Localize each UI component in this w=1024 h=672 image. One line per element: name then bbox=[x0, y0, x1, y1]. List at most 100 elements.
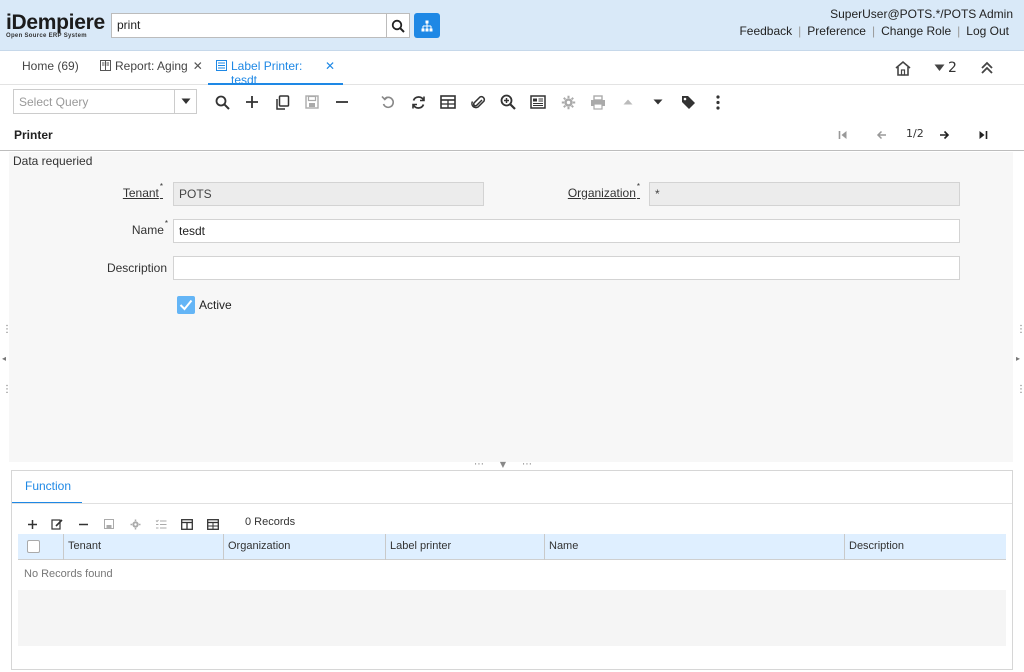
gear-icon[interactable] bbox=[559, 93, 577, 111]
organization-label[interactable]: Organization* bbox=[560, 182, 640, 200]
print-icon[interactable] bbox=[589, 93, 607, 111]
previous-record-icon[interactable] bbox=[876, 130, 887, 143]
search-icon bbox=[391, 19, 405, 33]
right-splitter-handle[interactable]: ⋮ bbox=[1016, 384, 1024, 395]
app-header: iDempiere Open Source ERP System print S… bbox=[0, 0, 1024, 51]
grid-header: Tenant Organization Label printer Name D… bbox=[18, 534, 1006, 560]
required-mark: * bbox=[164, 219, 168, 228]
tag-icon[interactable] bbox=[679, 93, 697, 111]
record-count: 0 Records bbox=[245, 516, 296, 528]
logo-text: iDempiere bbox=[6, 11, 105, 34]
empty-grid-message: No Records found bbox=[18, 560, 1006, 590]
zoom-across-icon[interactable] bbox=[499, 93, 517, 111]
description-label: Description bbox=[106, 261, 167, 275]
user-links: Feedback | Preference | Change Role | Lo… bbox=[733, 24, 1015, 38]
status-message: Data requeried bbox=[13, 154, 93, 168]
preference-link[interactable]: Preference bbox=[801, 24, 872, 38]
open-windows-dropdown[interactable]: 2 bbox=[934, 60, 957, 76]
tenant-field[interactable]: POTS bbox=[173, 182, 484, 206]
feedback-link[interactable]: Feedback bbox=[733, 24, 798, 38]
column-header-tenant[interactable]: Tenant bbox=[63, 534, 223, 560]
left-splitter-handle[interactable]: ⋮ bbox=[2, 384, 12, 395]
caret-down-icon: ▼ bbox=[499, 460, 507, 469]
panel-title: Printer bbox=[14, 128, 53, 142]
tab-label: Home (69) bbox=[22, 59, 79, 73]
column-header-description[interactable]: Description bbox=[844, 534, 1006, 560]
column-header-label-printer[interactable]: Label printer bbox=[385, 534, 544, 560]
description-field[interactable] bbox=[173, 256, 960, 280]
undo-icon[interactable] bbox=[379, 93, 397, 111]
parent-record-icon[interactable] bbox=[619, 93, 637, 111]
delete-row-icon[interactable] bbox=[76, 517, 90, 531]
find-icon[interactable] bbox=[213, 93, 231, 111]
query-placeholder: Select Query bbox=[19, 95, 89, 109]
edit-row-icon[interactable] bbox=[50, 517, 64, 531]
select-query-combobox[interactable]: Select Query bbox=[13, 89, 197, 114]
column-header-name[interactable]: Name bbox=[544, 534, 844, 560]
active-label: Active bbox=[199, 298, 232, 312]
copy-record-icon[interactable] bbox=[273, 93, 291, 111]
chevron-down-icon[interactable] bbox=[174, 90, 196, 113]
name-field[interactable]: tesdt bbox=[173, 219, 960, 243]
window-tab-bar: Home (69) Report: Aging ✕ Label Printer:… bbox=[0, 51, 1024, 87]
grid-toggle-icon[interactable] bbox=[439, 93, 457, 111]
detail-record-icon[interactable] bbox=[649, 93, 667, 111]
more-options-icon[interactable] bbox=[709, 93, 727, 111]
panel-header: Printer 1/2 bbox=[0, 121, 1024, 151]
active-checkbox[interactable] bbox=[177, 296, 195, 314]
required-mark: * bbox=[159, 182, 163, 191]
record-position: 1/2 bbox=[906, 127, 924, 140]
new-row-icon[interactable] bbox=[25, 517, 39, 531]
column-layout-icon[interactable] bbox=[180, 517, 194, 531]
tenant-label[interactable]: Tenant* bbox=[100, 182, 163, 200]
delete-record-icon[interactable] bbox=[333, 93, 351, 111]
home-icon[interactable] bbox=[894, 60, 912, 80]
change-role-link[interactable]: Change Role bbox=[875, 24, 957, 38]
organization-field[interactable]: * bbox=[649, 182, 960, 206]
grid-toggle-icon[interactable] bbox=[206, 517, 220, 531]
logout-link[interactable]: Log Out bbox=[960, 24, 1015, 38]
search-button[interactable] bbox=[387, 13, 410, 38]
process-list-icon[interactable] bbox=[154, 517, 168, 531]
tab-label-printer[interactable]: Label Printer: tesdt ✕ bbox=[208, 59, 343, 87]
required-mark: * bbox=[636, 182, 640, 191]
window-count: 2 bbox=[948, 60, 957, 76]
tenant-label-text: Tenant bbox=[122, 186, 159, 200]
next-record-icon[interactable] bbox=[939, 130, 950, 143]
close-tab-icon[interactable]: ✕ bbox=[193, 59, 203, 73]
collapse-left-icon[interactable]: ◂ bbox=[2, 354, 6, 363]
attachment-icon[interactable] bbox=[469, 93, 487, 111]
grid-body bbox=[18, 590, 1006, 646]
new-record-icon[interactable] bbox=[243, 93, 261, 111]
name-label: Name* bbox=[100, 219, 168, 237]
organization-label-text: Organization bbox=[567, 186, 636, 200]
gear-icon[interactable] bbox=[128, 517, 142, 531]
menu-tree-button[interactable] bbox=[414, 13, 440, 38]
close-tab-icon[interactable]: ✕ bbox=[325, 59, 335, 73]
report-icon bbox=[100, 60, 111, 74]
window-toolbar: Select Query bbox=[0, 85, 1024, 121]
collapse-right-icon[interactable]: ▸ bbox=[1016, 354, 1020, 363]
idempiere-logo[interactable]: iDempiere Open Source ERP System bbox=[6, 11, 108, 39]
user-info[interactable]: SuperUser@POTS.*/POTS Admin bbox=[830, 7, 1013, 21]
last-record-icon[interactable] bbox=[978, 130, 988, 143]
detail-panel: Function 0 Records Tenant Organization L… bbox=[11, 470, 1013, 670]
caret-down-icon bbox=[934, 64, 945, 71]
column-header-organization[interactable]: Organization bbox=[223, 534, 385, 560]
global-search-input[interactable]: print bbox=[111, 13, 387, 38]
tab-report-aging[interactable]: Report: Aging ✕ bbox=[100, 59, 203, 85]
tab-home[interactable]: Home (69) bbox=[22, 59, 79, 85]
window-icon bbox=[216, 60, 227, 74]
report-icon[interactable] bbox=[529, 93, 547, 111]
tab-function[interactable]: Function bbox=[12, 471, 82, 504]
refresh-icon[interactable] bbox=[409, 93, 427, 111]
left-splitter-handle[interactable]: ⋮ bbox=[2, 324, 12, 335]
collapse-header-icon[interactable] bbox=[980, 60, 994, 79]
right-splitter-handle[interactable]: ⋮ bbox=[1016, 324, 1024, 335]
save-row-icon[interactable] bbox=[102, 517, 116, 531]
tab-label: Label Printer: tesdt bbox=[231, 59, 303, 87]
first-record-icon[interactable] bbox=[838, 130, 848, 143]
select-all-checkbox[interactable] bbox=[27, 540, 40, 553]
detail-splitter[interactable]: ⋯ ▼ ⋯ bbox=[474, 459, 532, 470]
save-icon[interactable] bbox=[303, 93, 321, 111]
